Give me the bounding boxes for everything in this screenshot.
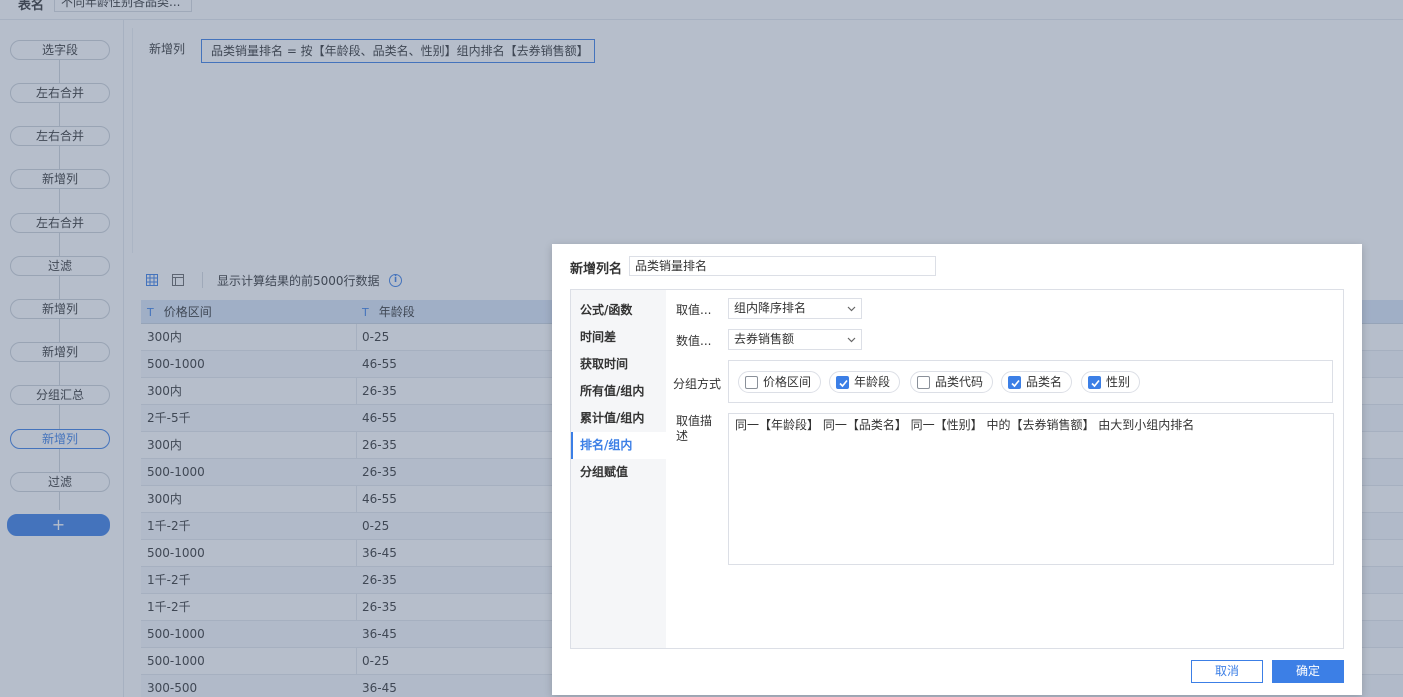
group-option-label: 性别	[1106, 375, 1131, 389]
group-option-label: 品类名	[1026, 375, 1063, 389]
menu-item[interactable]: 所有值/组内	[571, 378, 666, 405]
group-option[interactable]: 品类名	[1001, 371, 1073, 393]
value-field-select[interactable]: 去券销售额	[728, 329, 862, 350]
menu-item[interactable]: 累计值/组内	[571, 405, 666, 432]
group-by-options: 价格区间 年龄段 品类代码 品类名 性别	[728, 360, 1333, 403]
chevron-down-icon	[847, 306, 856, 312]
menu-item[interactable]: 分组赋值	[571, 459, 666, 486]
value-mode-label: 取值...	[676, 303, 712, 317]
value-field-selected: 去券销售额	[734, 332, 795, 346]
group-option-label: 品类代码	[935, 375, 984, 389]
menu-item[interactable]: 时间差	[571, 324, 666, 351]
group-option-label: 年龄段	[854, 375, 891, 389]
checkbox-checked-icon[interactable]	[1008, 376, 1021, 389]
menu-item[interactable]: 排名/组内	[571, 432, 666, 459]
checkbox-checked-icon[interactable]	[1088, 376, 1101, 389]
add-column-dialog: 新增列名 品类销量排名 公式/函数 时间差 获取时间 所有值/组内 累计值/组内 排名/组…	[552, 244, 1362, 695]
description-box[interactable]: 同一【年龄段】 同一【品类名】 同一【性别】 中的【去券销售额】 由大到小组内排…	[728, 413, 1334, 565]
checkbox-checked-icon[interactable]	[836, 376, 849, 389]
group-option[interactable]: 性别	[1081, 371, 1141, 393]
description-label: 取值描述	[676, 414, 713, 443]
value-mode-selected: 组内降序排名	[734, 301, 807, 315]
value-mode-select[interactable]: 组内降序排名	[728, 298, 862, 319]
chevron-down-icon	[847, 337, 856, 343]
group-by-label: 分组方式	[673, 377, 722, 391]
group-option[interactable]: 价格区间	[738, 371, 822, 393]
checkbox-empty-icon[interactable]	[917, 376, 930, 389]
column-name-label: 新增列名	[570, 262, 623, 277]
column-name-input[interactable]: 品类销量排名	[629, 256, 936, 276]
function-menu: 公式/函数 时间差 获取时间 所有值/组内 累计值/组内 排名/组内 分组赋值	[571, 290, 666, 648]
group-option[interactable]: 品类代码	[910, 371, 994, 393]
menu-item[interactable]: 公式/函数	[571, 297, 666, 324]
dialog-panel: 公式/函数 时间差 获取时间 所有值/组内 累计值/组内 排名/组内 分组赋值 取值... …	[570, 289, 1344, 649]
value-field-label: 数值...	[676, 334, 712, 348]
group-option-label: 价格区间	[763, 375, 812, 389]
group-option[interactable]: 年龄段	[829, 371, 901, 393]
checkbox-empty-icon[interactable]	[745, 376, 758, 389]
menu-item[interactable]: 获取时间	[571, 351, 666, 378]
cancel-button[interactable]: 取消	[1191, 660, 1263, 683]
confirm-button[interactable]: 确定	[1272, 660, 1344, 683]
